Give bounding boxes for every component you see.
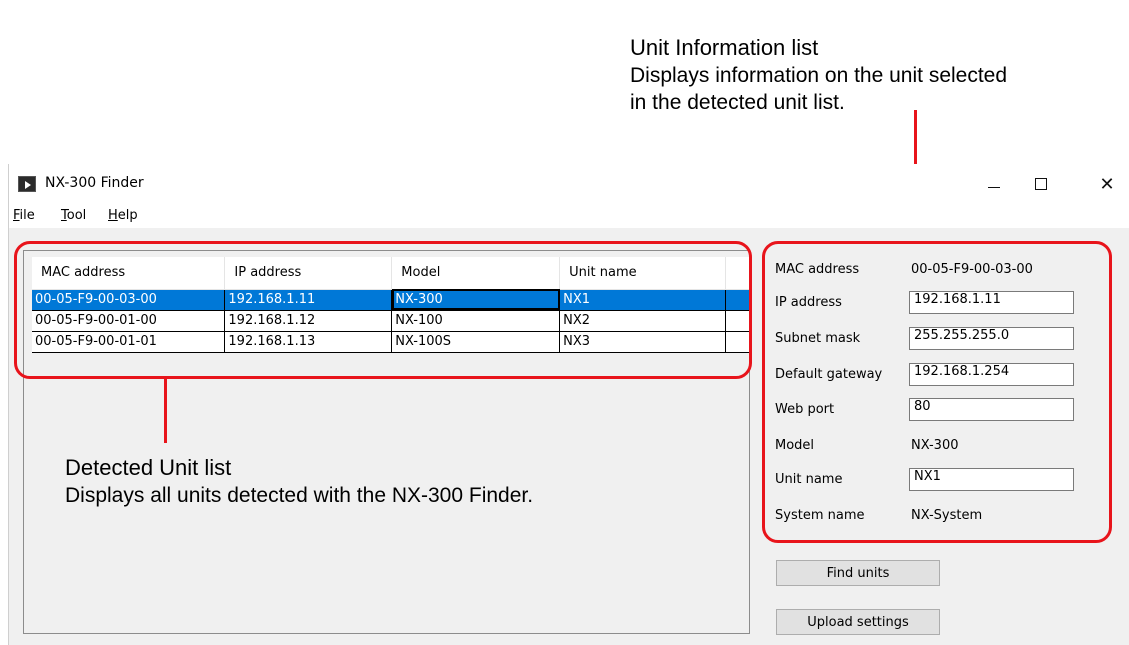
- upload-settings-button[interactable]: Upload settings: [776, 609, 940, 635]
- menu-file-rest: ile: [19, 208, 35, 223]
- title-bar: NX-300 Finder ✕: [9, 164, 1129, 204]
- callout-title: Detected Unit list: [65, 455, 232, 480]
- callout-desc-line1: Displays information on the unit selecte…: [630, 64, 1008, 87]
- menu-file[interactable]: File: [13, 208, 35, 223]
- find-units-button[interactable]: Find units: [776, 560, 940, 586]
- detected-unit-callout: Detected Unit list Displays all units de…: [65, 454, 533, 509]
- callout-desc: Displays all units detected with the NX-…: [65, 484, 534, 507]
- maximize-button[interactable]: [1018, 164, 1064, 204]
- menu-bar: File Tool Help: [9, 204, 1129, 228]
- close-icon: ✕: [1099, 173, 1115, 195]
- maximize-icon: [1035, 178, 1047, 190]
- detected-list-highlight: [14, 241, 752, 379]
- unit-info-highlight: [762, 241, 1112, 543]
- unit-information-callout: Unit Information list Displays informati…: [630, 34, 1007, 116]
- menu-help[interactable]: Help: [108, 208, 138, 223]
- menu-help-mnemonic: H: [108, 208, 118, 223]
- close-button[interactable]: ✕: [1084, 164, 1129, 204]
- app-icon: [18, 176, 36, 192]
- menu-tool-rest: ool: [66, 208, 87, 223]
- minimize-button[interactable]: [971, 164, 1017, 204]
- minimize-icon: [988, 186, 1000, 188]
- window-title: NX-300 Finder: [45, 175, 144, 191]
- callout-desc-line2: in the detected unit list.: [630, 91, 845, 114]
- menu-tool[interactable]: Tool: [61, 208, 86, 223]
- callout-title: Unit Information list: [630, 35, 819, 60]
- detected-callout-leader-line: [164, 379, 167, 443]
- menu-help-rest: elp: [117, 208, 138, 223]
